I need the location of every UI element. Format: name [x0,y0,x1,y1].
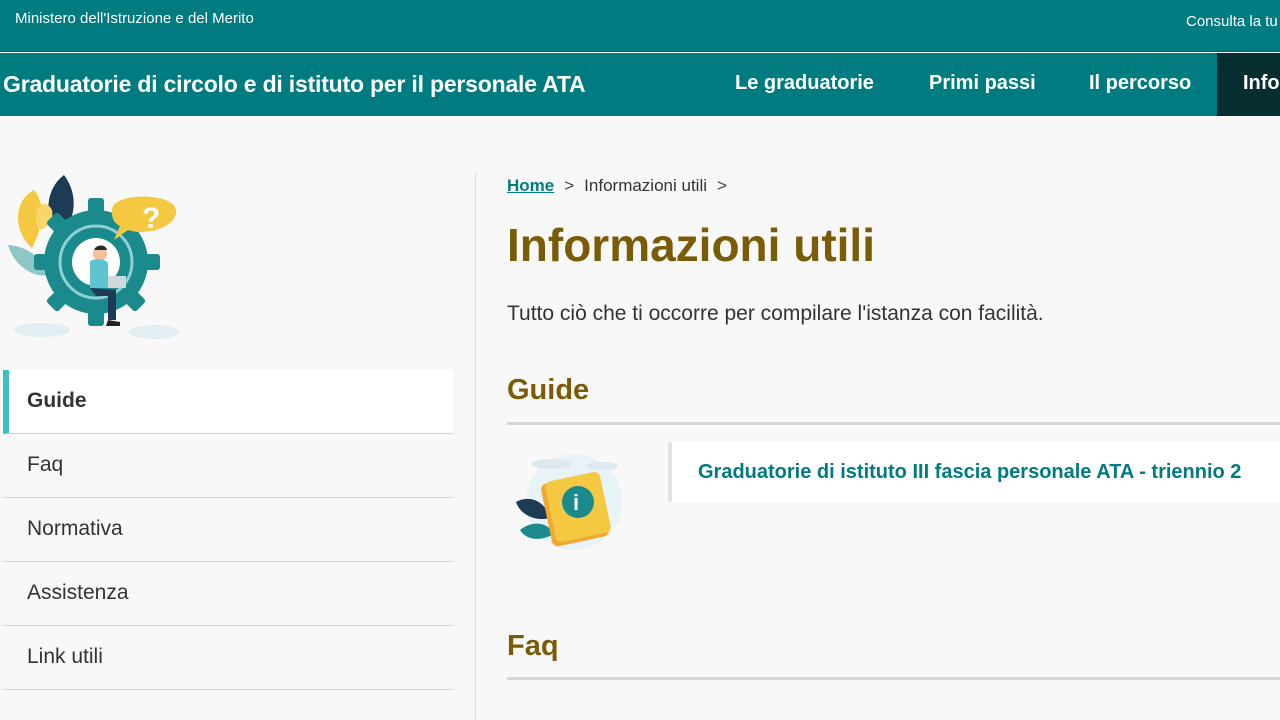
ministry-link[interactable]: Ministero dell'Istruzione e del Merito [15,10,254,27]
breadcrumb-current: Informazioni utili [584,176,707,195]
side-menu-item-normativa[interactable]: Normativa [3,498,453,562]
top-header-bar: Ministero dell'Istruzione e del Merito C… [0,0,1280,52]
nav-item-primi-passi[interactable]: Primi passi [929,72,1036,95]
nav-item-le-graduatorie[interactable]: Le graduatorie [735,72,874,95]
nav-item-il-percorso[interactable]: Il percorso [1089,72,1191,95]
svg-text:i: i [573,490,579,515]
guide-card[interactable]: Graduatorie di istituto III fascia perso… [668,442,1280,502]
info-book-icon: i [516,454,622,550]
svg-text:?: ? [142,202,160,235]
site-title[interactable]: Graduatorie di circolo e di istituto per… [3,71,586,98]
section-divider [507,677,1280,680]
section-title-guide: Guide [507,374,590,406]
side-menu-item-label: Link utili [27,645,103,668]
breadcrumb-separator: > [717,176,727,195]
page-title: Informazioni utili [507,219,875,271]
section-divider [507,422,1280,425]
side-menu-item-label: Assistenza [27,581,129,604]
breadcrumb-separator: > [564,176,575,195]
column-divider [475,172,476,720]
side-menu-item-link-utili[interactable]: Link utili [3,626,453,690]
guide-card-link[interactable]: Graduatorie di istituto III fascia perso… [698,461,1241,484]
side-menu-item-label: Faq [27,453,64,476]
side-menu-item-label: Guide [27,389,87,412]
side-menu-item-faq[interactable]: Faq [3,434,453,498]
side-menu-item-guide[interactable]: Guide [3,370,453,434]
breadcrumb: Home > Informazioni utili > [507,176,737,196]
nav-item-informazioni-active[interactable]: Info [1217,53,1280,116]
side-menu: Guide Faq Normativa Assistenza Link util… [3,370,453,690]
gear-person-illustration: ? [8,175,179,339]
page-intro: Tutto ciò che ti occorre per compilare l… [507,302,1044,325]
section-title-faq: Faq [507,630,559,662]
nav-item-active-label: Info [1243,72,1280,94]
breadcrumb-home-link[interactable]: Home [507,176,554,195]
main-navbar: Graduatorie di circolo e di istituto per… [0,53,1280,116]
consult-link[interactable]: Consulta la tu [1186,13,1278,30]
side-menu-item-label: Normativa [27,517,123,540]
side-menu-item-assistenza[interactable]: Assistenza [3,562,453,626]
